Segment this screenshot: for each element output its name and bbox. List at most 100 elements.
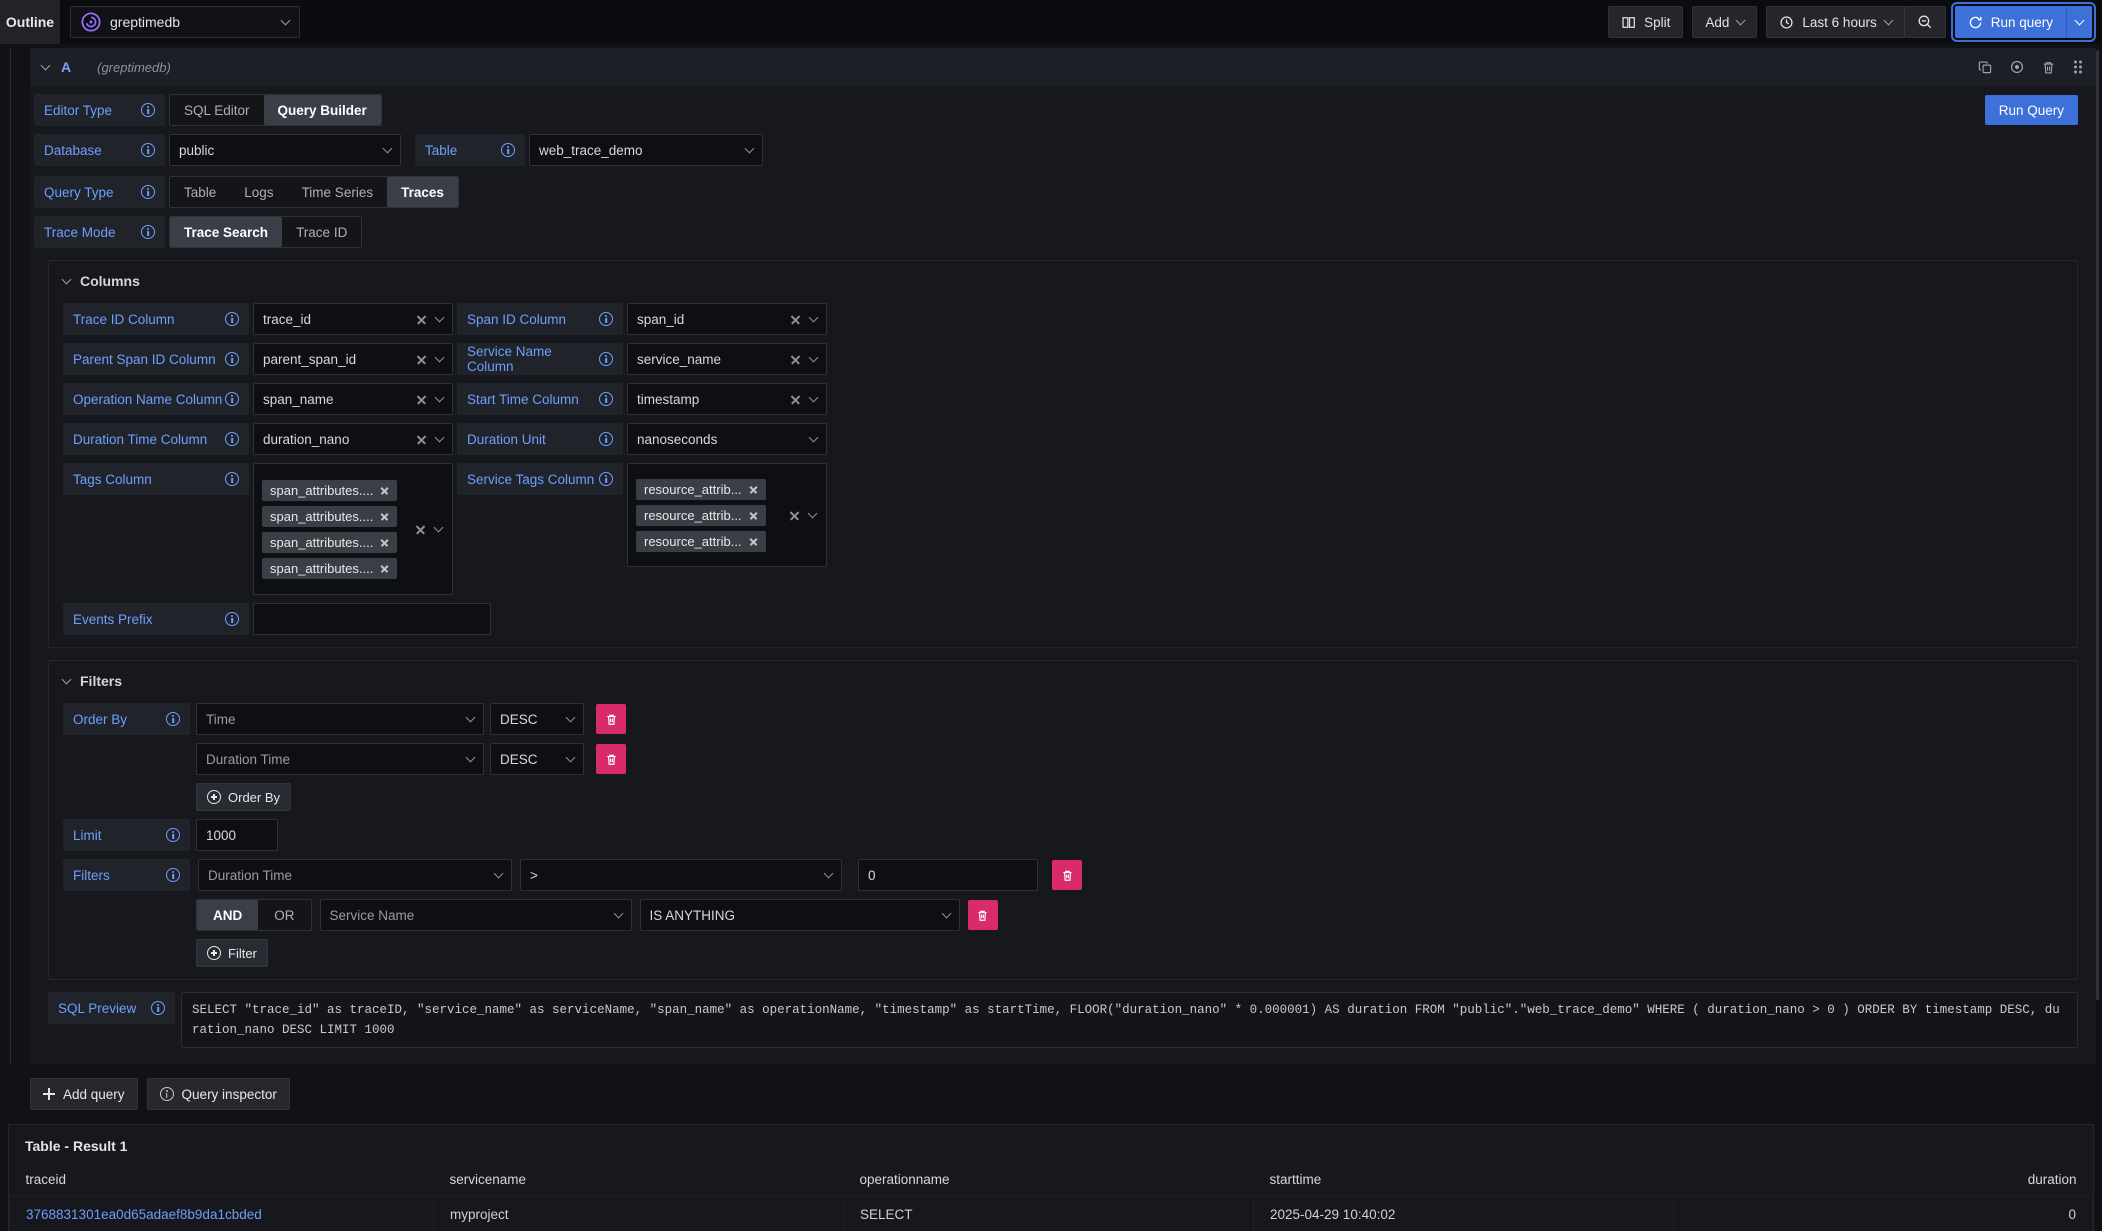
info-icon[interactable]	[599, 432, 613, 446]
info-icon[interactable]	[166, 712, 180, 726]
column-header-operationname[interactable]: operationname	[844, 1164, 1254, 1196]
remove-chip-icon[interactable]	[380, 512, 389, 521]
parent-span-id-column-select[interactable]: parent_span_id	[253, 343, 453, 375]
info-icon[interactable]	[225, 312, 239, 326]
service-tags-column-multiselect[interactable]: resource_attrib... resource_attrib... re…	[627, 463, 827, 567]
column-header-duration[interactable]: duration	[1674, 1164, 2093, 1196]
chevron-down-icon[interactable]	[466, 713, 476, 723]
chevron-down-icon[interactable]	[566, 713, 576, 723]
clear-icon[interactable]	[790, 314, 801, 325]
events-prefix-input[interactable]	[253, 603, 491, 635]
chevron-down-icon[interactable]	[824, 869, 834, 879]
trace-id-link[interactable]: 3768831301ea0d65adaef8b9da1cbded	[26, 1207, 262, 1222]
filter-field-select[interactable]: Duration Time	[198, 859, 512, 891]
trace-mode-trace-id[interactable]: Trace ID	[282, 217, 361, 247]
duplicate-query-icon[interactable]	[1978, 60, 1993, 75]
clear-icon[interactable]	[416, 394, 427, 405]
chevron-down-icon[interactable]	[435, 393, 445, 403]
chevron-down-icon[interactable]	[566, 753, 576, 763]
info-icon[interactable]	[599, 352, 613, 366]
info-icon[interactable]	[225, 392, 239, 406]
chevron-down-icon[interactable]	[808, 509, 818, 519]
info-icon[interactable]	[141, 143, 155, 157]
chevron-down-icon[interactable]	[435, 353, 445, 363]
query-type-traces[interactable]: Traces	[387, 177, 458, 207]
remove-chip-icon[interactable]	[380, 564, 389, 573]
run-query-panel-button[interactable]: Run Query	[1985, 95, 2078, 125]
order-by-direction-select[interactable]: DESC	[490, 743, 584, 775]
remove-chip-icon[interactable]	[380, 538, 389, 547]
column-header-servicename[interactable]: servicename	[434, 1164, 844, 1196]
delete-filter-button[interactable]	[1052, 860, 1082, 890]
chevron-down-icon[interactable]	[809, 313, 819, 323]
clear-icon[interactable]	[416, 314, 427, 325]
run-query-button[interactable]: Run query	[1955, 6, 2066, 38]
scrollbar[interactable]	[2096, 50, 2099, 1000]
remove-chip-icon[interactable]	[380, 486, 389, 495]
chevron-down-icon[interactable]	[435, 433, 445, 443]
chevron-down-icon[interactable]	[809, 393, 819, 403]
filter-logic-or[interactable]: OR	[258, 900, 310, 930]
time-range-picker[interactable]: Last 6 hours	[1767, 7, 1903, 37]
filter-field-select[interactable]: Service Name	[320, 899, 632, 931]
order-by-direction-select[interactable]: DESC	[490, 703, 584, 735]
zoom-out-time-button[interactable]	[1905, 7, 1945, 37]
clear-icon[interactable]	[416, 434, 427, 445]
add-query-button[interactable]: Add query	[30, 1078, 138, 1110]
span-id-column-select[interactable]: span_id	[627, 303, 827, 335]
operation-name-column-select[interactable]: span_name	[253, 383, 453, 415]
filter-value-input[interactable]	[858, 859, 1038, 891]
info-icon[interactable]	[599, 312, 613, 326]
info-icon[interactable]	[141, 185, 155, 199]
info-icon[interactable]	[141, 225, 155, 239]
chevron-down-icon[interactable]	[466, 753, 476, 763]
tags-column-multiselect[interactable]: span_attributes.... span_attributes.... …	[253, 463, 453, 595]
duration-unit-select[interactable]: nanoseconds	[627, 423, 827, 455]
outline-button[interactable]: Outline	[0, 0, 60, 44]
chevron-down-icon[interactable]	[809, 433, 819, 443]
column-header-traceid[interactable]: traceid	[10, 1164, 434, 1196]
remove-chip-icon[interactable]	[749, 485, 758, 494]
delete-order-by-button[interactable]	[596, 704, 626, 734]
chevron-down-icon[interactable]	[745, 144, 755, 154]
chevron-down-icon[interactable]	[809, 353, 819, 363]
column-header-starttime[interactable]: starttime	[1254, 1164, 1674, 1196]
query-type-time-series[interactable]: Time Series	[288, 177, 388, 207]
service-name-column-select[interactable]: service_name	[627, 343, 827, 375]
clear-icon[interactable]	[416, 354, 427, 365]
chevron-down-icon[interactable]	[434, 523, 444, 533]
database-select[interactable]: public	[169, 134, 401, 166]
hide-response-eye-icon[interactable]	[2009, 59, 2025, 75]
query-type-table[interactable]: Table	[170, 177, 230, 207]
chevron-down-icon[interactable]	[613, 909, 623, 919]
drag-handle-grip-icon[interactable]	[2072, 59, 2084, 75]
trace-mode-trace-search[interactable]: Trace Search	[170, 217, 282, 247]
clear-icon[interactable]	[790, 354, 801, 365]
info-icon[interactable]	[141, 103, 155, 117]
datasource-picker[interactable]: greptimedb	[70, 6, 300, 38]
info-icon[interactable]	[501, 143, 515, 157]
order-by-field-select[interactable]: Duration Time	[196, 743, 484, 775]
info-icon[interactable]	[166, 868, 180, 882]
clear-all-icon[interactable]	[789, 510, 800, 521]
query-inspector-button[interactable]: Query inspector	[147, 1078, 290, 1110]
clear-icon[interactable]	[790, 394, 801, 405]
clear-all-icon[interactable]	[415, 524, 426, 535]
info-icon[interactable]	[225, 352, 239, 366]
table-select[interactable]: web_trace_demo	[529, 134, 763, 166]
query-type-logs[interactable]: Logs	[230, 177, 287, 207]
editor-type-query-builder[interactable]: Query Builder	[264, 95, 381, 125]
duration-time-column-select[interactable]: duration_nano	[253, 423, 453, 455]
start-time-column-select[interactable]: timestamp	[627, 383, 827, 415]
chevron-down-icon[interactable]	[435, 313, 445, 323]
chevron-down-icon[interactable]	[494, 869, 504, 879]
info-icon[interactable]	[225, 472, 239, 486]
remove-chip-icon[interactable]	[749, 537, 758, 546]
limit-input[interactable]	[196, 819, 278, 851]
info-icon[interactable]	[151, 1001, 165, 1015]
filter-operator-select[interactable]: >	[520, 859, 842, 891]
remove-chip-icon[interactable]	[749, 511, 758, 520]
run-query-caret-button[interactable]	[2066, 6, 2092, 38]
delete-order-by-button[interactable]	[596, 744, 626, 774]
add-filter-button[interactable]: Filter	[196, 939, 268, 967]
